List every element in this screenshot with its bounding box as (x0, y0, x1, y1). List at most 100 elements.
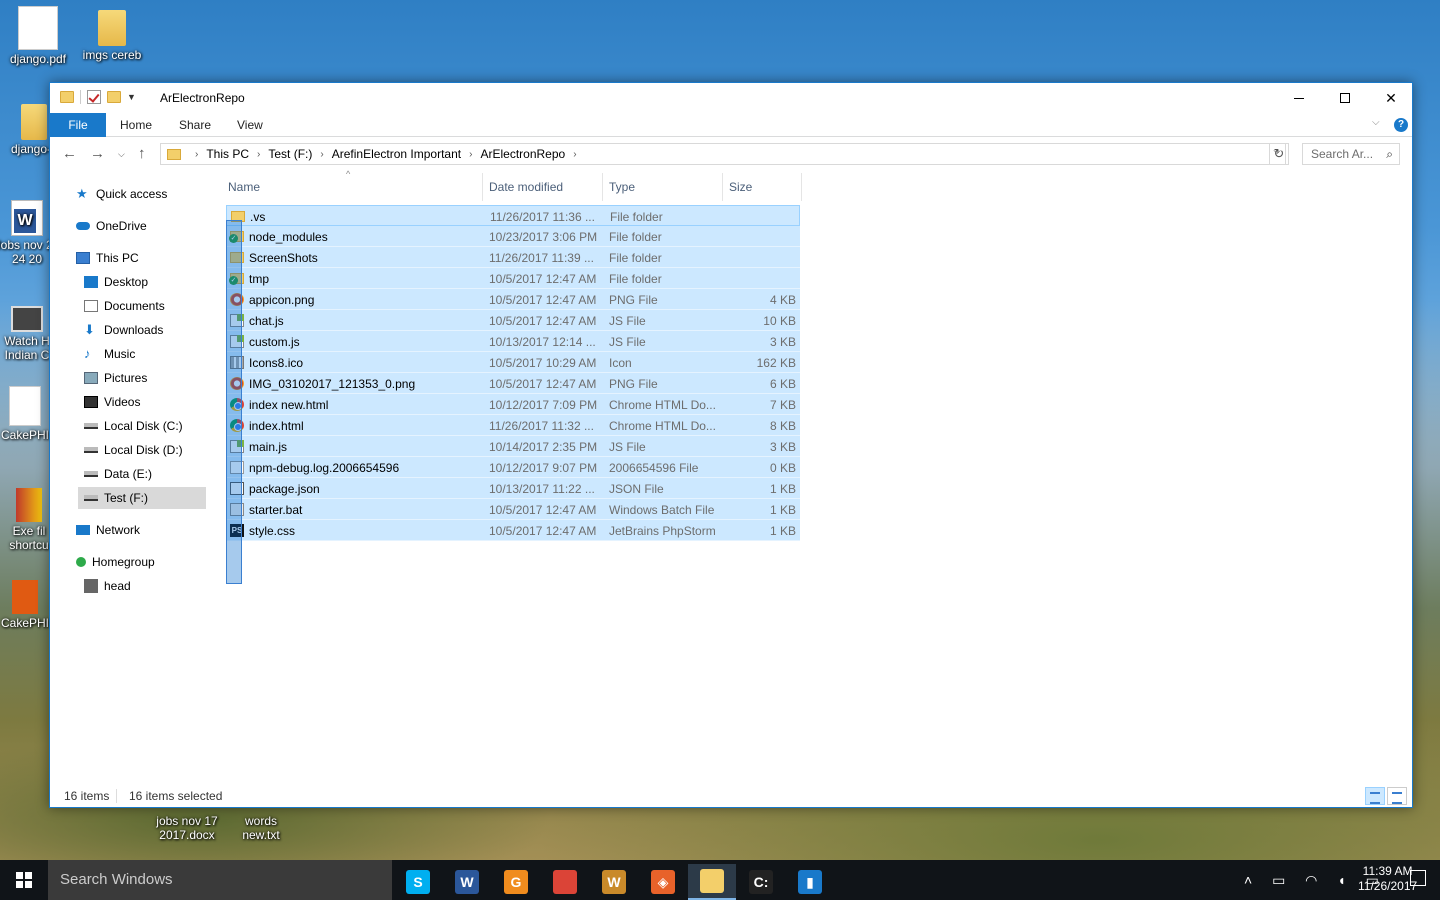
minimize-button[interactable] (1276, 83, 1322, 113)
column-header-date-modified[interactable]: Date modified (483, 173, 603, 201)
breadcrumb-arelectronrepo[interactable]: ArElectronRepo (480, 147, 565, 161)
expand-ribbon-icon[interactable]: ⌵ (1372, 117, 1380, 128)
help-icon[interactable]: ? (1394, 118, 1408, 132)
forward-button[interactable]: → (90, 145, 105, 162)
table-row[interactable]: node_modules 10/23/2017 3:06 PM File folde… (226, 226, 800, 247)
table-row[interactable]: custom.js 10/13/2017 12:14 ... JS File 3 KB (226, 331, 800, 352)
sidebar-item-test-f[interactable]: Test (F:) (78, 487, 206, 509)
file-size: 3 KB (769, 440, 796, 454)
sidebar-item-videos[interactable]: Videos (84, 391, 140, 413)
sidebar-item-this-pc[interactable]: This PC (76, 247, 139, 269)
maximize-button[interactable] (1322, 83, 1368, 113)
sidebar-item-downloads[interactable]: ⬇ Downloads (84, 319, 163, 341)
clock[interactable]: 11:39 AM 11/26/2017 (1358, 864, 1417, 894)
taskbar-search-input[interactable]: Search Windows (48, 860, 392, 900)
taskbar-app-pdf-reader[interactable]: G (492, 864, 540, 900)
refresh-button[interactable]: ↻ (1269, 143, 1289, 165)
taskbar-app-brave-lion[interactable]: ◈ (639, 864, 687, 900)
column-header-type[interactable]: Type (603, 173, 723, 201)
sidebar-item-local-disk-c[interactable]: Local Disk (C:) (84, 415, 183, 437)
tab-home[interactable]: Home (106, 113, 166, 137)
desktop-icon-imgs-cereb[interactable]: imgs cereb (74, 10, 150, 62)
customize-toolbar-icon[interactable]: ▼ (127, 92, 136, 102)
notification-icon[interactable] (1410, 870, 1426, 886)
table-row[interactable]: tmp 10/5/2017 12:47 AM File folder (226, 268, 800, 289)
breadcrumb-this-pc[interactable]: This PC (206, 147, 249, 161)
file-type: 2006654596 File (609, 461, 699, 475)
table-row[interactable]: npm-debug.log.2006654596 10/12/2017 9:07 … (226, 457, 800, 478)
tab-view[interactable]: View (223, 113, 277, 137)
desktop-icon-django-pdf[interactable]: django.pdf (0, 6, 76, 66)
column-header-size[interactable]: Size (723, 173, 801, 201)
new-folder-icon[interactable] (107, 91, 121, 103)
json-icon (230, 482, 244, 495)
chevron-right-icon[interactable]: › (573, 149, 576, 160)
table-row[interactable]: main.js 10/14/2017 2:35 PM JS File 3 KB (226, 436, 800, 457)
table-row[interactable]: index new.html 10/12/2017 7:09 PM Chrome H… (226, 394, 800, 415)
chevron-right-icon[interactable]: › (320, 149, 323, 160)
taskbar-app-wps-writer[interactable]: W (590, 864, 638, 900)
desktop-icon-words-txt[interactable]: words new.txt (228, 814, 294, 842)
minimize-icon (1294, 97, 1304, 99)
back-button[interactable]: ← (62, 145, 77, 162)
table-row[interactable]: appicon.png 10/5/2017 12:47 AM PNG File 4 K… (226, 289, 800, 310)
sidebar-item-label: Pictures (104, 371, 148, 385)
sidebar-item-music[interactable]: ♪ Music (84, 343, 135, 365)
sidebar-item-label: This PC (96, 251, 139, 265)
drive-icon (84, 423, 98, 429)
chevron-right-icon[interactable]: › (469, 149, 472, 160)
sidebar-item-documents[interactable]: Documents (84, 295, 165, 317)
tab-share[interactable]: Share (165, 113, 225, 137)
drive-icon (84, 495, 98, 501)
file-type: PNG File (609, 293, 658, 307)
sidebar-item-data-e[interactable]: Data (E:) (84, 463, 152, 485)
search-input[interactable]: Search Ar... ⌕ (1302, 143, 1400, 165)
taskbar-app-skype[interactable]: S (394, 864, 442, 900)
taskbar-app-word[interactable]: W (443, 864, 491, 900)
tab-file[interactable]: File (50, 113, 106, 137)
table-row[interactable]: PS style.css 10/5/2017 12:47 AM JetBrains P… (226, 520, 800, 541)
sidebar-item-desktop[interactable]: Desktop (84, 271, 148, 293)
table-row[interactable]: IMG_03102017_121353_0.png 10/5/2017 12:47… (226, 373, 800, 394)
sidebar-item-network[interactable]: Network (76, 519, 140, 541)
column-divider[interactable] (801, 173, 802, 201)
sidebar-item-pictures[interactable]: Pictures (84, 367, 147, 389)
taskbar-app-command-prompt[interactable]: C: (737, 864, 785, 900)
taskbar-app-chrome[interactable] (541, 864, 589, 900)
start-button[interactable] (0, 860, 48, 900)
taskbar-app-bar-chart-app[interactable]: ▮ (786, 864, 834, 900)
column-header-name[interactable]: Name (222, 173, 482, 201)
breadcrumb-arefinelectron-important[interactable]: ArefinElectron Important (332, 147, 461, 161)
file-size: 1 KB (769, 482, 796, 496)
title-bar[interactable]: ▼ ArElectronRepo ✕ (50, 83, 1412, 113)
sidebar-item-head[interactable]: head (84, 575, 131, 597)
sidebar-item-onedrive[interactable]: OneDrive (76, 215, 147, 237)
pictures-icon (84, 372, 98, 384)
desktop-icon-label: words new.txt (242, 814, 280, 842)
sidebar-item-homegroup[interactable]: Homegroup (76, 551, 155, 573)
table-row[interactable]: index.html 11/26/2017 11:32 ... Chrome HTM… (226, 415, 800, 436)
file-date: 11/26/2017 11:39 ... (489, 251, 594, 265)
properties-icon[interactable] (87, 90, 101, 104)
sidebar-item-local-disk-d[interactable]: Local Disk (D:) (84, 439, 183, 461)
up-button[interactable]: ↑ (138, 145, 146, 162)
address-bar[interactable]: › This PC › Test (F:) › ArefinElectron I… (160, 143, 1286, 165)
table-row[interactable]: chat.js 10/5/2017 12:47 AM JS File 10 KB (226, 310, 800, 331)
chevron-right-icon[interactable]: › (257, 149, 260, 160)
close-button[interactable]: ✕ (1368, 83, 1414, 113)
table-row[interactable]: .vs 11/26/2017 11:36 ... File folder (226, 205, 800, 226)
chevron-right-icon[interactable]: › (195, 149, 198, 160)
table-row[interactable]: package.json 10/13/2017 11:22 ... JSON Fil… (226, 478, 800, 499)
table-row[interactable]: Icons8.ico 10/5/2017 10:29 AM Icon 162 KB (226, 352, 800, 373)
table-row[interactable]: ScreenShots 11/26/2017 11:39 ... File fold… (226, 247, 800, 268)
details-view-button[interactable] (1365, 787, 1385, 805)
desktop-icon-jobs-docx[interactable]: jobs nov 17 2017.docx (148, 814, 226, 842)
js-icon (230, 440, 244, 453)
recent-locations-icon[interactable]: ⌵ (118, 149, 125, 160)
large-icons-view-button[interactable] (1387, 787, 1407, 805)
table-row[interactable]: starter.bat 10/5/2017 12:47 AM Windows Bat… (226, 499, 800, 520)
file-name: tmp (249, 272, 270, 286)
taskbar-app-file-explorer[interactable] (688, 864, 736, 900)
breadcrumb-test-f[interactable]: Test (F:) (268, 147, 312, 161)
sidebar-item-quick-access[interactable]: ★ Quick access (76, 183, 167, 205)
